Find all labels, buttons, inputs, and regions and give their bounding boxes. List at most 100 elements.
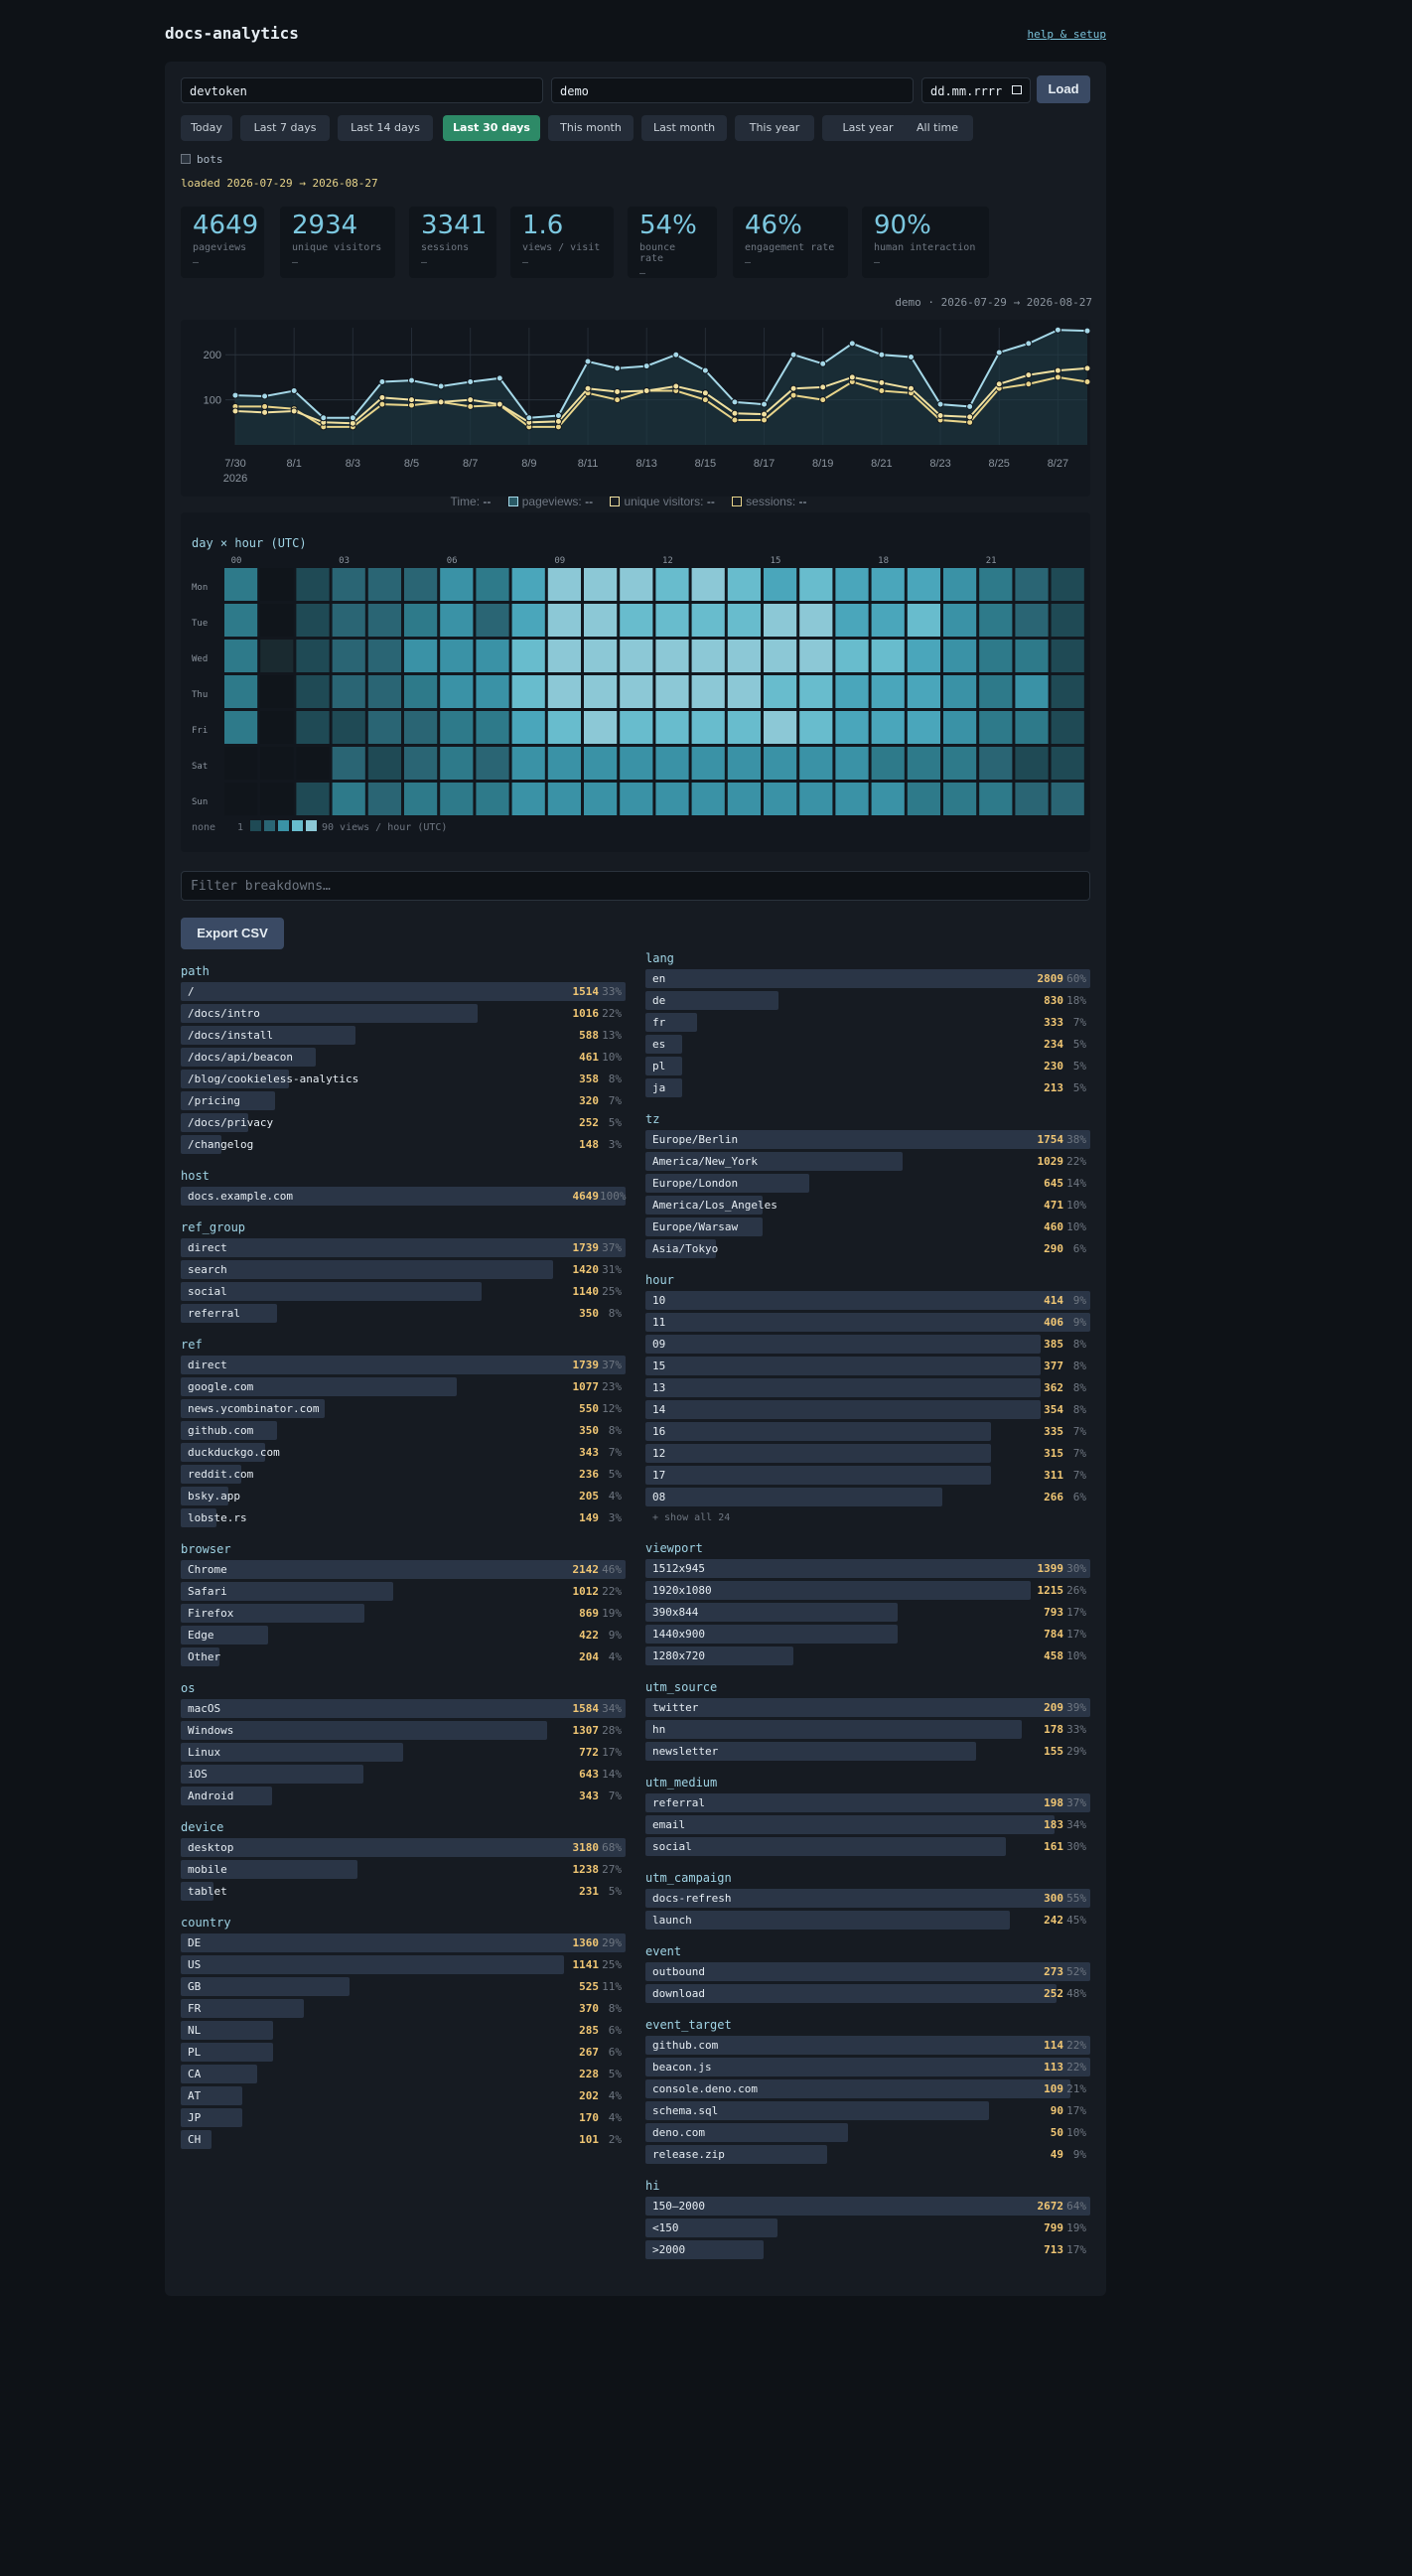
breakdown-row[interactable]: America/New_York 1029 22% <box>645 1151 1090 1173</box>
point-pageviews[interactable] <box>848 340 856 348</box>
heatmap-cell[interactable] <box>1051 675 1084 708</box>
breakdown-row[interactable]: 16 335 7% <box>645 1421 1090 1443</box>
point-pageviews[interactable] <box>789 351 797 358</box>
heatmap-cell[interactable] <box>691 640 725 672</box>
heatmap-cell[interactable] <box>547 747 581 780</box>
heatmap-cell[interactable] <box>979 568 1013 601</box>
heatmap-cell[interactable] <box>907 568 940 601</box>
heatmap-cell[interactable] <box>511 711 545 744</box>
heatmap-cell[interactable] <box>727 675 761 708</box>
heatmap-cell[interactable] <box>476 783 509 815</box>
range-button-all-time[interactable]: All time <box>902 115 973 141</box>
heatmap-cell[interactable] <box>547 604 581 637</box>
heatmap-cell[interactable] <box>260 604 294 637</box>
point-unique-visitors[interactable] <box>231 407 239 415</box>
heatmap-cell[interactable] <box>367 640 401 672</box>
heatmap-cell[interactable] <box>260 711 294 744</box>
point-pageviews[interactable] <box>701 366 709 374</box>
breakdown-row[interactable]: macOS 1584 34% <box>181 1698 626 1720</box>
heatmap-cell[interactable] <box>943 640 977 672</box>
breakdown-row[interactable]: referral 198 37% <box>645 1792 1090 1814</box>
range-button-last-7-days[interactable]: Last 7 days <box>240 115 330 141</box>
breakdown-row[interactable]: 09 385 8% <box>645 1334 1090 1356</box>
breakdown-row[interactable]: Linux 772 17% <box>181 1742 626 1764</box>
heatmap-cell[interactable] <box>584 747 618 780</box>
point-pageviews[interactable] <box>408 376 416 384</box>
breakdown-row[interactable]: 1280x720 458 10% <box>645 1646 1090 1667</box>
breakdown-row[interactable]: Edge 422 9% <box>181 1625 626 1646</box>
point-pageviews[interactable] <box>437 382 445 390</box>
breakdown-row[interactable]: google.com 1077 23% <box>181 1376 626 1398</box>
breakdown-row[interactable]: lobste.rs 149 3% <box>181 1507 626 1529</box>
breakdown-title[interactable]: utm_source <box>645 1677 1090 1697</box>
point-pageviews[interactable] <box>231 391 239 399</box>
heatmap-cell[interactable] <box>691 675 725 708</box>
heatmap-cell[interactable] <box>224 783 258 815</box>
heatmap-cell[interactable] <box>404 711 438 744</box>
point-sessions[interactable] <box>467 402 475 410</box>
heatmap-cell[interactable] <box>655 783 689 815</box>
heatmap-cell[interactable] <box>440 711 474 744</box>
heatmap-cell[interactable] <box>871 675 905 708</box>
breakdown-row[interactable]: pl 230 5% <box>645 1056 1090 1077</box>
breakdown-row[interactable]: >2000 713 17% <box>645 2239 1090 2261</box>
breakdown-row[interactable]: /docs/privacy 252 5% <box>181 1112 626 1134</box>
point-sessions[interactable] <box>1083 377 1091 385</box>
point-unique-visitors[interactable] <box>437 398 445 406</box>
breakdown-row[interactable]: Europe/Warsaw 460 10% <box>645 1216 1090 1238</box>
heatmap-cell[interactable] <box>1015 568 1049 601</box>
breakdown-title[interactable]: utm_campaign <box>645 1868 1090 1888</box>
breakdown-row[interactable]: Chrome 2142 46% <box>181 1559 626 1581</box>
heatmap-cell[interactable] <box>476 640 509 672</box>
heatmap-cell[interactable] <box>1015 675 1049 708</box>
point-sessions[interactable] <box>261 402 269 410</box>
heatmap-cell[interactable] <box>691 783 725 815</box>
heatmap-cell[interactable] <box>476 675 509 708</box>
heatmap-cell[interactable] <box>440 747 474 780</box>
heatmap-cell[interactable] <box>907 783 940 815</box>
point-unique-visitors[interactable] <box>848 373 856 381</box>
heatmap-cell[interactable] <box>1051 604 1084 637</box>
breakdown-row[interactable]: docs-refresh 300 55% <box>645 1888 1090 1910</box>
heatmap-cell[interactable] <box>296 747 330 780</box>
heatmap-cell[interactable] <box>224 640 258 672</box>
heatmap-cell[interactable] <box>907 747 940 780</box>
heatmap-cell[interactable] <box>260 675 294 708</box>
help-link[interactable]: help & setup <box>1028 28 1106 41</box>
point-pageviews[interactable] <box>642 362 650 370</box>
heatmap-cell[interactable] <box>799 783 833 815</box>
heatmap-cell[interactable] <box>404 675 438 708</box>
heatmap-cell[interactable] <box>547 640 581 672</box>
range-button-this-year[interactable]: This year <box>735 115 814 141</box>
breakdown-row[interactable]: FR 370 8% <box>181 1998 626 2020</box>
point-pageviews[interactable] <box>320 414 328 422</box>
breakdown-row[interactable]: JP 170 4% <box>181 2107 626 2129</box>
breakdown-row[interactable]: /pricing 320 7% <box>181 1090 626 1112</box>
heatmap-cell[interactable] <box>440 568 474 601</box>
breakdown-row[interactable]: 10 414 9% <box>645 1290 1090 1312</box>
range-button-last-year[interactable]: Last year <box>822 115 914 141</box>
breakdown-row[interactable]: US 1141 25% <box>181 1954 626 1976</box>
breakdown-row[interactable]: /docs/install 588 13% <box>181 1025 626 1047</box>
heatmap-cell[interactable] <box>871 783 905 815</box>
point-unique-visitors[interactable] <box>495 400 503 408</box>
breakdown-row[interactable]: 1440x900 784 17% <box>645 1624 1090 1646</box>
point-unique-visitors[interactable] <box>1083 364 1091 372</box>
breakdown-row[interactable]: schema.sql 90 17% <box>645 2100 1090 2122</box>
heatmap-cell[interactable] <box>547 568 581 601</box>
heatmap-cell[interactable] <box>727 747 761 780</box>
heatmap-cell[interactable] <box>655 747 689 780</box>
heatmap-cell[interactable] <box>943 711 977 744</box>
breakdown-row[interactable]: 12 315 7% <box>645 1443 1090 1465</box>
heatmap-cell[interactable] <box>1015 783 1049 815</box>
heatmap-cell[interactable] <box>979 783 1013 815</box>
heatmap-cell[interactable] <box>764 568 797 601</box>
heatmap-cell[interactable] <box>367 711 401 744</box>
heatmap-cell[interactable] <box>727 711 761 744</box>
heatmap-cell[interactable] <box>1015 747 1049 780</box>
point-pageviews[interactable] <box>378 377 386 385</box>
breakdown-title[interactable]: viewport <box>645 1538 1090 1558</box>
breakdown-row[interactable]: /docs/intro 1016 22% <box>181 1003 626 1025</box>
breakdown-row[interactable]: github.com 350 8% <box>181 1420 626 1442</box>
heatmap-cell[interactable] <box>620 783 653 815</box>
